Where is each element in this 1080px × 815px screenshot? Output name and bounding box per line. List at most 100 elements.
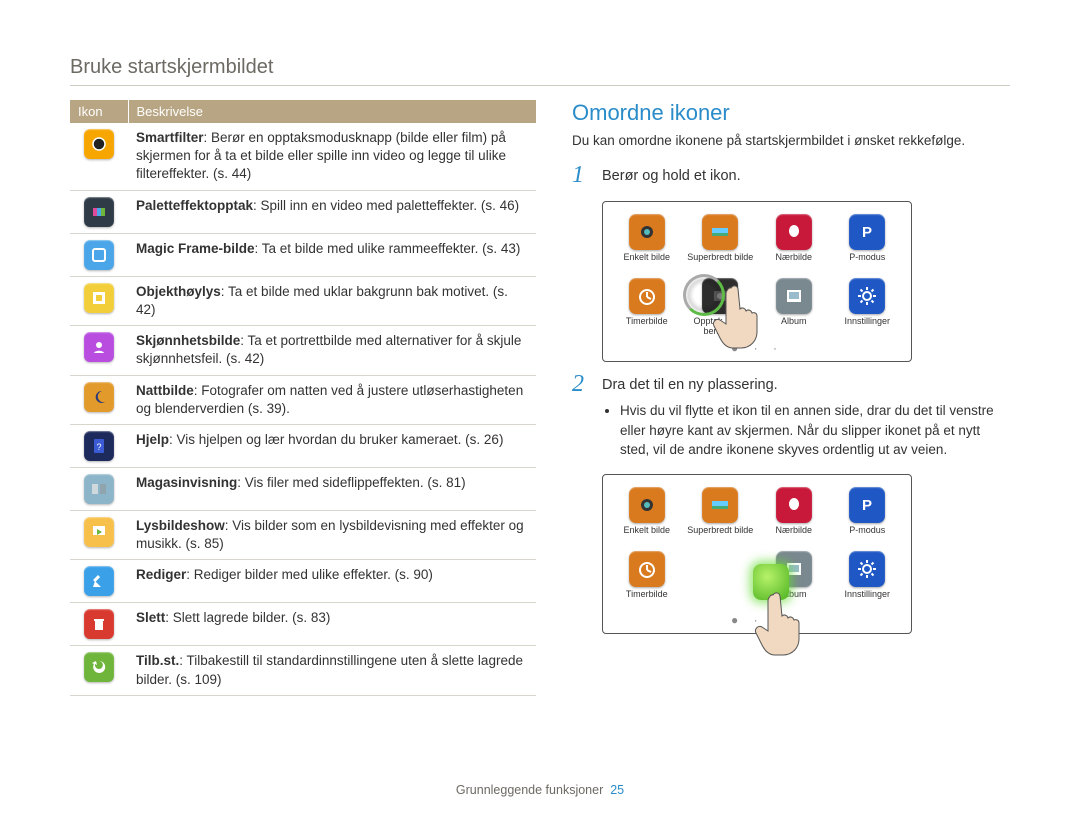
app-label: P-modus [849, 253, 885, 263]
magasin-icon [84, 474, 114, 504]
app-label: P-modus [849, 526, 885, 536]
row-description: Slett: Slett lagrede bilder. (s. 83) [128, 603, 536, 646]
pmodus-icon: P [849, 487, 885, 523]
app-label: Album [781, 317, 807, 327]
step-number: 1 [572, 163, 592, 187]
timer-icon [629, 278, 665, 314]
section-heading: Omordne ikoner [572, 100, 1010, 126]
th-desc: Beskrivelse [128, 100, 536, 123]
row-description: Nattbilde: Fotografer om natten ved å ju… [128, 375, 536, 424]
rediger-icon [84, 566, 114, 596]
superb-icon [702, 214, 738, 250]
table-row: Magasinvisning: Vis filer med sideflippe… [70, 467, 536, 510]
app-label: Enkelt bilde [623, 253, 670, 263]
row-description: Tilb.st.: Tilbakestill til standardinnst… [128, 646, 536, 695]
app-label: Timerbilde [626, 590, 668, 600]
svg-text:P: P [862, 497, 872, 514]
table-row: Rediger: Rediger bilder med ulike effekt… [70, 560, 536, 603]
th-icon: Ikon [70, 100, 128, 123]
svg-text:?: ? [96, 442, 101, 452]
lysbilde-icon [84, 517, 114, 547]
row-description: Rediger: Rediger bilder med ulike effekt… [128, 560, 536, 603]
drop-target-glow [753, 564, 789, 600]
smartfilter-icon [84, 129, 114, 159]
row-description: Lysbildeshow: Vis bilder som en lysbilde… [128, 510, 536, 559]
step-2: 2 Dra det til en ny plassering. Hvis du … [572, 372, 1010, 460]
app-superb: Superbredt bilde [687, 214, 755, 272]
app-enkelt: Enkelt bilde [613, 487, 681, 545]
screen-mock-hold: Enkelt bilde Superbredt bilde Nærbilde P P-m… [602, 201, 912, 362]
rearrange-section: Omordne ikoner Du kan omordne ikonene på… [572, 100, 1010, 696]
app-label: Enkelt bilde [623, 526, 670, 536]
table-row: ? Hjelp: Vis hjelpen og lær hvordan du br… [70, 424, 536, 467]
app-timer: Timerbilde [613, 278, 681, 337]
icon-description-table: Ikon Beskrivelse Smartfilter: Berør en o… [70, 100, 536, 696]
table-row: Objekthøylys: Ta et bilde med uklar bakg… [70, 276, 536, 325]
naer-icon [776, 214, 812, 250]
app-innst: Innstillinger [834, 551, 902, 609]
row-description: Skjønnhetsbilde: Ta et portrettbilde med… [128, 326, 536, 375]
timer-icon [629, 551, 665, 587]
innst-icon [849, 278, 885, 314]
app-label: Innstillinger [844, 590, 890, 600]
app-superb: Superbredt bilde [687, 487, 755, 545]
app-innst: Innstillinger [834, 278, 902, 337]
hjelp-icon: ? [84, 431, 114, 461]
naer-icon [776, 487, 812, 523]
app-timer: Timerbilde [613, 551, 681, 609]
page-title: Bruke startskjermbildet [70, 56, 1010, 86]
row-description: Magic Frame-bilde: Ta et bilde med ulike… [128, 233, 536, 276]
step-text: Berør og hold et ikon. [602, 163, 1010, 187]
album-icon [776, 278, 812, 314]
app-pmodus: P P-modus [834, 214, 902, 272]
step-1: 1 Berør og hold et ikon. [572, 163, 1010, 187]
app-label: Innstillinger [844, 317, 890, 327]
app-label: Nærbilde [775, 253, 812, 263]
slett-icon [84, 609, 114, 639]
step-number: 2 [572, 372, 592, 460]
table-row: Magic Frame-bilde: Ta et bilde med ulike… [70, 233, 536, 276]
row-description: Hjelp: Vis hjelpen og lær hvordan du bru… [128, 424, 536, 467]
magicframe-icon [84, 240, 114, 270]
section-desc: Du kan omordne ikonene på startskjermbil… [572, 132, 1010, 151]
row-description: Paletteffektopptak: Spill inn en video m… [128, 190, 536, 233]
page-dots: ● · · [613, 613, 901, 627]
table-row: Tilb.st.: Tilbakestill til standardinnst… [70, 646, 536, 695]
row-description: Magasinvisning: Vis filer med sideflippe… [128, 467, 536, 510]
palett-icon [84, 197, 114, 227]
innst-icon [849, 551, 885, 587]
table-row: Skjønnhetsbilde: Ta et portrettbilde med… [70, 326, 536, 375]
natt-icon [84, 382, 114, 412]
table-row: Paletteffektopptak: Spill inn en video m… [70, 190, 536, 233]
table-row: Lysbildeshow: Vis bilder som en lysbilde… [70, 510, 536, 559]
table-row: Smartfilter: Berør en opptaksmodusknapp … [70, 123, 536, 190]
step-bullet: Hvis du vil flytte et ikon til en annen … [620, 401, 1010, 460]
page-footer: Grunnleggende funksjoner 25 [0, 783, 1080, 797]
app-naer: Nærbilde [760, 487, 828, 545]
table-row: Slett: Slett lagrede bilder. (s. 83) [70, 603, 536, 646]
row-description: Smartfilter: Berør en opptaksmodusknapp … [128, 123, 536, 190]
table-row: Nattbilde: Fotografer om natten ved å ju… [70, 375, 536, 424]
row-description: Objekthøylys: Ta et bilde med uklar bakg… [128, 276, 536, 325]
app-label: Nærbilde [775, 526, 812, 536]
app-enkelt: Enkelt bilde [613, 214, 681, 272]
app-label: Superbredt bilde [687, 526, 753, 536]
app-label: Timerbilde [626, 317, 668, 327]
svg-text:P: P [862, 224, 872, 241]
app-label: Opptak av én berøring [687, 317, 755, 337]
pmodus-icon: P [849, 214, 885, 250]
app-label: Superbredt bilde [687, 253, 753, 263]
superb-icon [702, 487, 738, 523]
step-text: Dra det til en ny plassering. [602, 375, 1010, 395]
hold-progress-ring [683, 274, 725, 316]
app-album: Album [760, 278, 828, 337]
page-dots: ● · · [613, 341, 901, 355]
icon-table-column: Ikon Beskrivelse Smartfilter: Berør en o… [70, 100, 536, 696]
app-pmodus: P P-modus [834, 487, 902, 545]
tilbst-icon [84, 652, 114, 682]
enkelt-icon [629, 487, 665, 523]
objekt-icon [84, 283, 114, 313]
app-naer: Nærbilde [760, 214, 828, 272]
enkelt-icon [629, 214, 665, 250]
skjonnhet-icon [84, 332, 114, 362]
